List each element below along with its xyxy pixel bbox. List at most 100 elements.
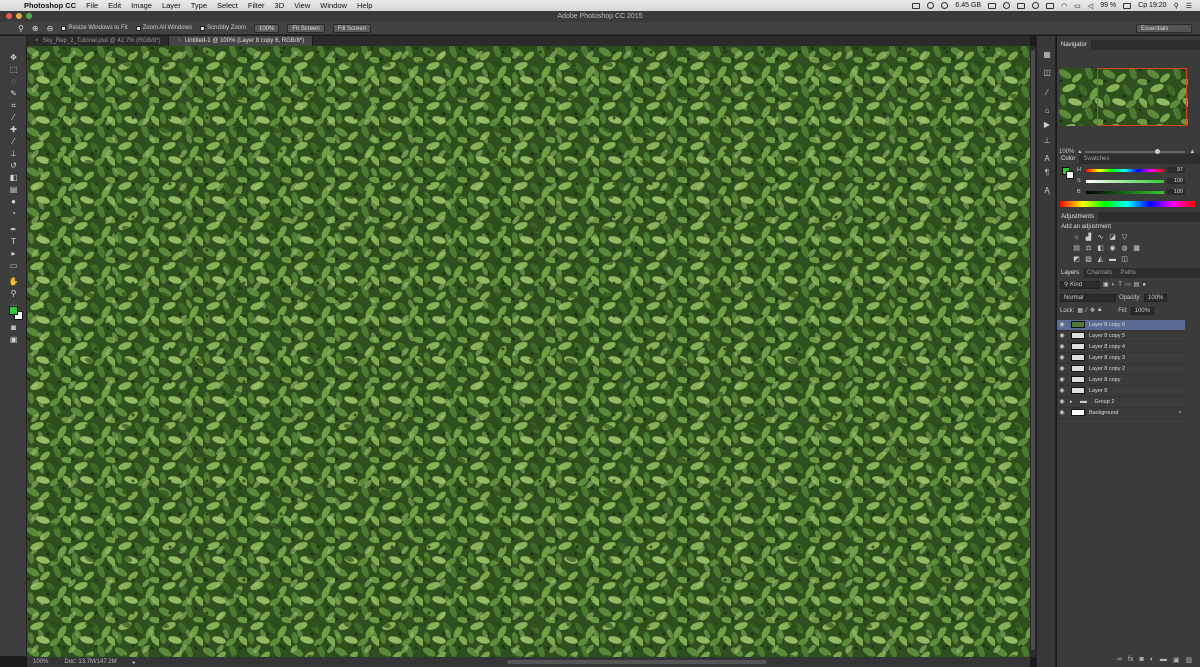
- background-layer-row[interactable]: ◉ Background ▪: [1057, 408, 1185, 419]
- visibility-eye-icon[interactable]: ◉: [1057, 376, 1067, 383]
- new-adjustment-icon[interactable]: ◐: [1150, 656, 1154, 664]
- document-tab[interactable]: × Sky_Rep_2_Tutorial.psd @ 42.7% (RGB/8*): [27, 36, 170, 46]
- clock-icon[interactable]: [1003, 2, 1011, 9]
- battery-icon[interactable]: [1123, 2, 1132, 9]
- fit-screen-button[interactable]: Fit Screen: [287, 23, 325, 33]
- layer-row[interactable]: ◉ Layer 8 copy 3: [1057, 353, 1185, 364]
- document-tab-active[interactable]: × Untitled-1 @ 100% (Layer 8 copy 6, RGB/…: [169, 36, 314, 46]
- menu-window[interactable]: Window: [320, 1, 347, 10]
- status-menu-arrow-icon[interactable]: ▸: [133, 659, 136, 666]
- foreground-color-swatch[interactable]: [9, 306, 18, 315]
- type-tool-icon[interactable]: T: [8, 236, 19, 247]
- menu-view[interactable]: View: [294, 1, 310, 10]
- menu-type[interactable]: Type: [191, 1, 207, 10]
- time-machine-icon[interactable]: [1032, 2, 1040, 9]
- gradient-map-icon[interactable]: ▬: [1107, 254, 1118, 264]
- color-lookup-icon[interactable]: ▦: [1131, 243, 1142, 253]
- actions-panel-icon[interactable]: ▶: [1042, 120, 1052, 129]
- glyphs-panel-icon[interactable]: Ą: [1042, 186, 1052, 195]
- filter-adjustment-icon[interactable]: ◐: [1112, 282, 1116, 288]
- lock-image-icon[interactable]: ⁄: [1086, 308, 1087, 314]
- spotlight-icon[interactable]: ⚲: [1174, 2, 1179, 10]
- path-selection-tool-icon[interactable]: ▸: [8, 248, 19, 259]
- color-spectrum-ramp[interactable]: [1060, 201, 1195, 207]
- vibrance-icon[interactable]: ▽: [1119, 232, 1130, 242]
- fill-field[interactable]: 100%: [1130, 306, 1154, 315]
- opacity-field[interactable]: 100%: [1144, 293, 1168, 302]
- visibility-eye-icon[interactable]: ◉: [1057, 354, 1067, 361]
- tab-layers[interactable]: Layers: [1057, 268, 1084, 278]
- layer-row[interactable]: ◉ Layer 8 copy 5: [1057, 331, 1185, 342]
- layer-row[interactable]: ◉ Layer 8 copy 6: [1057, 320, 1185, 331]
- layer-name[interactable]: Layer 8 copy 5: [1089, 333, 1125, 339]
- character-panel-icon[interactable]: A: [1042, 154, 1052, 163]
- horizontal-scrollbar[interactable]: [507, 660, 767, 664]
- saturation-value[interactable]: 100: [1167, 178, 1185, 184]
- eraser-tool-icon[interactable]: ◧: [8, 172, 19, 183]
- layer-name[interactable]: Layer 8 copy 2: [1089, 366, 1125, 372]
- black-white-icon[interactable]: ◧: [1095, 243, 1106, 253]
- sync-icon[interactable]: [927, 2, 935, 9]
- layer-kind-filter[interactable]: ⚲ Kind: [1060, 280, 1100, 289]
- hand-tool-icon[interactable]: ✋: [8, 276, 19, 287]
- invert-icon[interactable]: ◩: [1071, 254, 1082, 264]
- layer-row[interactable]: ◉ Layer 8 copy 4: [1057, 342, 1185, 353]
- zoom-out-icon[interactable]: ⊖: [47, 24, 54, 33]
- vertical-scroll-thumb[interactable]: [1031, 50, 1035, 650]
- color-balance-icon[interactable]: ⚖: [1083, 243, 1094, 253]
- hue-value[interactable]: 97: [1167, 167, 1185, 173]
- dropbox-icon[interactable]: [912, 2, 921, 9]
- paragraph-panel-icon[interactable]: ¶: [1042, 168, 1052, 177]
- brightness-value[interactable]: 100: [1167, 189, 1185, 195]
- zoom-in-icon[interactable]: ⊕: [32, 24, 39, 33]
- move-tool-icon[interactable]: ✥: [8, 52, 19, 63]
- blend-mode-select[interactable]: Normal: [1060, 293, 1116, 302]
- group-expand-arrow-icon[interactable]: ▸: [1070, 399, 1073, 405]
- minimize-window-button[interactable]: [16, 13, 22, 19]
- lasso-tool-icon[interactable]: ◌: [8, 76, 19, 87]
- levels-icon[interactable]: ▟: [1083, 232, 1094, 242]
- record-icon[interactable]: [941, 2, 949, 9]
- notification-icon[interactable]: ☰: [1186, 2, 1192, 10]
- lock-transparent-icon[interactable]: ▦: [1077, 307, 1083, 314]
- zoom-level-field[interactable]: 100%: [33, 659, 48, 665]
- brush-panel-icon[interactable]: ⁄: [1042, 88, 1052, 97]
- hue-saturation-icon[interactable]: ▤: [1071, 243, 1082, 253]
- pen-tool-icon[interactable]: ✒: [8, 224, 19, 235]
- filter-shape-icon[interactable]: ▭: [1125, 281, 1131, 288]
- resize-windows-checkbox[interactable]: Resize Windows to Fit: [61, 25, 128, 31]
- blur-tool-icon[interactable]: ●: [8, 196, 19, 207]
- photo-filter-icon[interactable]: ◉: [1107, 243, 1118, 253]
- marquee-tool-icon[interactable]: ⬚: [8, 64, 19, 75]
- navigator-view-box[interactable]: [1097, 68, 1187, 126]
- info-panel-icon[interactable]: ⊥: [1042, 136, 1052, 145]
- color-background-swatch[interactable]: [1066, 171, 1074, 179]
- layer-style-icon[interactable]: fx: [1128, 656, 1133, 664]
- saturation-slider[interactable]: [1086, 179, 1164, 183]
- clone-stamp-tool-icon[interactable]: ⊥: [8, 148, 19, 159]
- wifi-icon[interactable]: ◠: [1061, 2, 1067, 10]
- close-window-button[interactable]: [6, 13, 12, 19]
- gradient-tool-icon[interactable]: ▤: [8, 184, 19, 195]
- display-icon[interactable]: [1017, 2, 1026, 9]
- screen-mode-icon[interactable]: ▣: [8, 334, 19, 345]
- menu-filter[interactable]: Filter: [248, 1, 265, 10]
- brightness-contrast-icon[interactable]: ☼: [1071, 232, 1082, 242]
- layer-name[interactable]: Layer 8: [1089, 388, 1107, 394]
- add-mask-icon[interactable]: ◙: [1139, 656, 1143, 664]
- quick-select-tool-icon[interactable]: ✎: [8, 88, 19, 99]
- layer-row[interactable]: ◉ Layer 8: [1057, 386, 1185, 397]
- selective-color-icon[interactable]: ◫: [1119, 254, 1130, 264]
- brush-tool-icon[interactable]: ⁄: [8, 136, 19, 147]
- delete-layer-icon[interactable]: ▥: [1186, 656, 1193, 664]
- layer-name[interactable]: Layer 8 copy 4: [1089, 344, 1125, 350]
- filter-smart-object-icon[interactable]: ▤: [1134, 281, 1140, 288]
- layer-name[interactable]: Layer 8 copy 6: [1089, 322, 1125, 328]
- zoom-tool-preset-icon[interactable]: ⚲: [18, 24, 24, 33]
- new-layer-icon[interactable]: ▣: [1173, 656, 1180, 664]
- menu-select[interactable]: Select: [217, 1, 238, 10]
- tab-swatches[interactable]: Swatches: [1079, 154, 1113, 164]
- hue-slider[interactable]: [1086, 168, 1164, 172]
- channel-mixer-icon[interactable]: ◍: [1119, 243, 1130, 253]
- close-tab-icon[interactable]: ×: [35, 38, 39, 44]
